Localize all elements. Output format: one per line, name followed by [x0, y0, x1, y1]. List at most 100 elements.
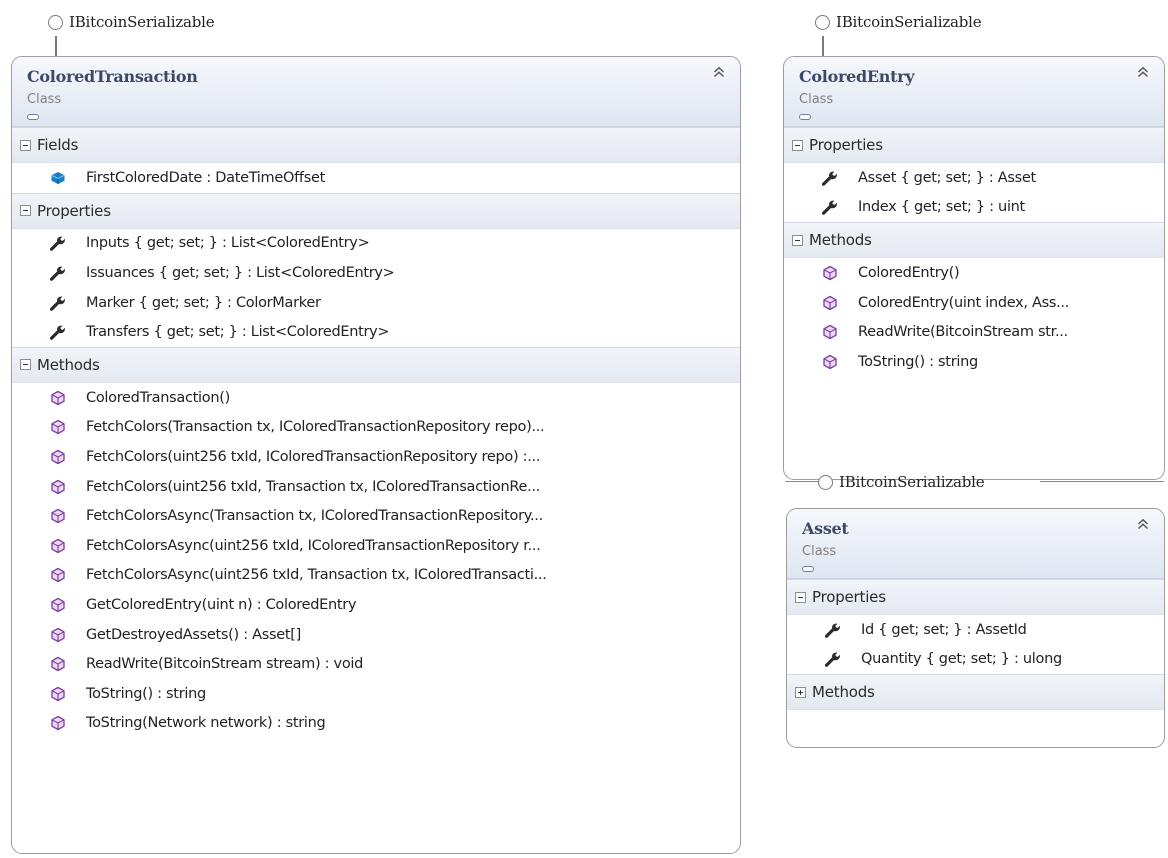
method-item[interactable]: ToString() : string — [784, 347, 1164, 377]
section-title: Methods — [37, 355, 100, 374]
expand-toggle-icon[interactable] — [795, 686, 806, 698]
method-label: ColoredTransaction() — [86, 389, 230, 406]
class-colored-transaction[interactable]: ColoredTransaction Class Fields FirstCol… — [11, 56, 741, 854]
method-item[interactable]: ReadWrite(BitcoinStream str... — [784, 317, 1164, 347]
method-icon — [50, 656, 66, 672]
method-icon — [50, 390, 66, 406]
section-methods-collapsed[interactable]: Methods — [787, 674, 1164, 711]
class-shape-icon — [27, 114, 39, 120]
method-item[interactable]: FetchColors(uint256 txId, Transaction tx… — [12, 472, 740, 502]
wrench-icon — [50, 295, 66, 311]
wrench-icon — [50, 235, 66, 251]
section-title: Methods — [812, 683, 875, 702]
method-label: FetchColorsAsync(uint256 txId, IColoredT… — [86, 537, 541, 554]
method-item[interactable]: FetchColors(uint256 txId, IColoredTransa… — [12, 442, 740, 472]
method-icon — [50, 449, 66, 465]
section-title: Fields — [37, 136, 79, 154]
method-label: ToString() : string — [86, 685, 206, 702]
section-methods[interactable]: Methods — [784, 222, 1164, 259]
wrench-icon — [822, 199, 838, 215]
collapse-toggle-icon[interactable] — [20, 205, 31, 217]
method-label: FetchColorsAsync(uint256 txId, Transacti… — [86, 567, 547, 584]
property-label: Id { get; set; } : AssetId — [861, 621, 1027, 638]
section-properties[interactable]: Properties — [787, 579, 1164, 615]
method-label: ToString(Network network) : string — [86, 715, 326, 732]
class-stereotype: Class — [799, 92, 834, 107]
property-item[interactable]: Quantity { get; set; } : ulong — [787, 645, 1164, 675]
section-fields[interactable]: Fields — [12, 127, 740, 163]
method-item[interactable]: GetColoredEntry(uint n) : ColoredEntry — [12, 590, 740, 620]
collapse-toggle-icon[interactable] — [20, 359, 31, 371]
class-asset[interactable]: Asset Class Properties Id { get; set; } … — [786, 508, 1165, 748]
section-title: Properties — [809, 136, 883, 154]
method-icon — [50, 538, 66, 554]
method-item[interactable]: ColoredEntry(uint index, Ass... — [784, 288, 1164, 318]
class-colored-entry[interactable]: ColoredEntry Class Properties Asset { ge… — [783, 56, 1165, 480]
method-item[interactable]: ColoredEntry() — [784, 258, 1164, 288]
property-item[interactable]: Marker { get; set; } : ColorMarker — [12, 288, 740, 318]
method-label: ToString() : string — [858, 353, 978, 370]
method-item[interactable]: FetchColorsAsync(Transaction tx, IColore… — [12, 501, 740, 531]
property-item[interactable]: Issuances { get; set; } : List<ColoredEn… — [12, 258, 740, 288]
property-item[interactable]: Asset { get; set; } : Asset — [784, 163, 1164, 193]
method-item[interactable]: ReadWrite(BitcoinStream stream) : void — [12, 649, 740, 679]
method-label: ColoredEntry(uint index, Ass... — [858, 294, 1070, 311]
collapse-chevron-icon[interactable] — [712, 65, 726, 79]
method-icon — [50, 715, 66, 731]
interface-lollipop-colored-entry: IBitcoinSerializable — [815, 7, 982, 37]
method-item[interactable]: ToString() : string — [12, 679, 740, 709]
method-item[interactable]: ToString(Network network) : string — [12, 709, 740, 739]
method-item[interactable]: FetchColorsAsync(uint256 txId, IColoredT… — [12, 531, 740, 561]
field-label: FirstColoredDate : DateTimeOffset — [86, 169, 325, 186]
class-header[interactable]: ColoredTransaction Class — [12, 57, 740, 127]
collapse-chevron-icon[interactable] — [1136, 517, 1150, 531]
properties-list: Inputs { get; set; } : List<ColoredEntry… — [12, 229, 740, 347]
property-label: Transfers { get; set; } : List<ColoredEn… — [86, 324, 390, 341]
property-item[interactable]: Inputs { get; set; } : List<ColoredEntry… — [12, 229, 740, 259]
collapse-toggle-icon[interactable] — [20, 139, 31, 151]
method-label: FetchColors(uint256 txId, Transaction tx… — [86, 478, 541, 495]
property-label: Quantity { get; set; } : ulong — [861, 651, 1062, 668]
class-shape-icon — [799, 114, 811, 120]
field-icon — [50, 170, 66, 186]
section-properties[interactable]: Properties — [784, 127, 1164, 163]
field-item[interactable]: FirstColoredDate : DateTimeOffset — [12, 163, 740, 193]
property-item[interactable]: Transfers { get; set; } : List<ColoredEn… — [12, 317, 740, 347]
method-item[interactable]: FetchColors(Transaction tx, IColoredTran… — [12, 413, 740, 443]
method-item[interactable]: GetDestroyedAssets() : Asset[] — [12, 620, 740, 650]
wrench-icon — [825, 651, 841, 667]
method-icon — [822, 324, 838, 340]
section-methods[interactable]: Methods — [12, 346, 740, 383]
property-label: Index { get; set; } : uint — [858, 199, 1025, 216]
method-icon — [822, 354, 838, 370]
method-icon — [50, 686, 66, 702]
method-icon — [822, 265, 838, 281]
collapse-toggle-icon[interactable] — [795, 591, 806, 603]
collapse-chevron-icon[interactable] — [1136, 65, 1150, 79]
method-label: ReadWrite(BitcoinStream str... — [858, 324, 1068, 341]
interface-lollipop-icon — [818, 474, 833, 490]
method-icon — [50, 479, 66, 495]
class-header[interactable]: ColoredEntry Class — [784, 57, 1164, 127]
interface-lollipop-asset: IBitcoinSerializable — [818, 467, 985, 497]
method-item[interactable]: ColoredTransaction() — [12, 383, 740, 413]
property-item[interactable]: Index { get; set; } : uint — [784, 193, 1164, 223]
collapse-toggle-icon[interactable] — [792, 234, 803, 246]
interface-line — [1040, 481, 1164, 483]
method-icon — [50, 419, 66, 435]
class-stereotype: Class — [27, 92, 62, 107]
wrench-icon — [825, 622, 841, 638]
method-item[interactable]: FetchColorsAsync(uint256 txId, Transacti… — [12, 561, 740, 591]
properties-list: Id { get; set; } : AssetId Quantity { ge… — [787, 615, 1164, 674]
property-item[interactable]: Id { get; set; } : AssetId — [787, 615, 1164, 645]
property-label: Asset { get; set; } : Asset — [858, 169, 1036, 186]
section-properties[interactable]: Properties — [12, 192, 740, 229]
collapse-toggle-icon[interactable] — [792, 139, 803, 151]
class-name: Asset — [802, 519, 849, 538]
class-header[interactable]: Asset Class — [787, 509, 1164, 579]
method-label: FetchColors(Transaction tx, IColoredTran… — [86, 419, 545, 436]
interface-lollipop-icon — [48, 14, 63, 30]
method-label: GetColoredEntry(uint n) : ColoredEntry — [86, 596, 357, 613]
class-stereotype: Class — [802, 544, 837, 559]
methods-list: ColoredEntry() ColoredEntry(uint index, … — [784, 258, 1164, 376]
